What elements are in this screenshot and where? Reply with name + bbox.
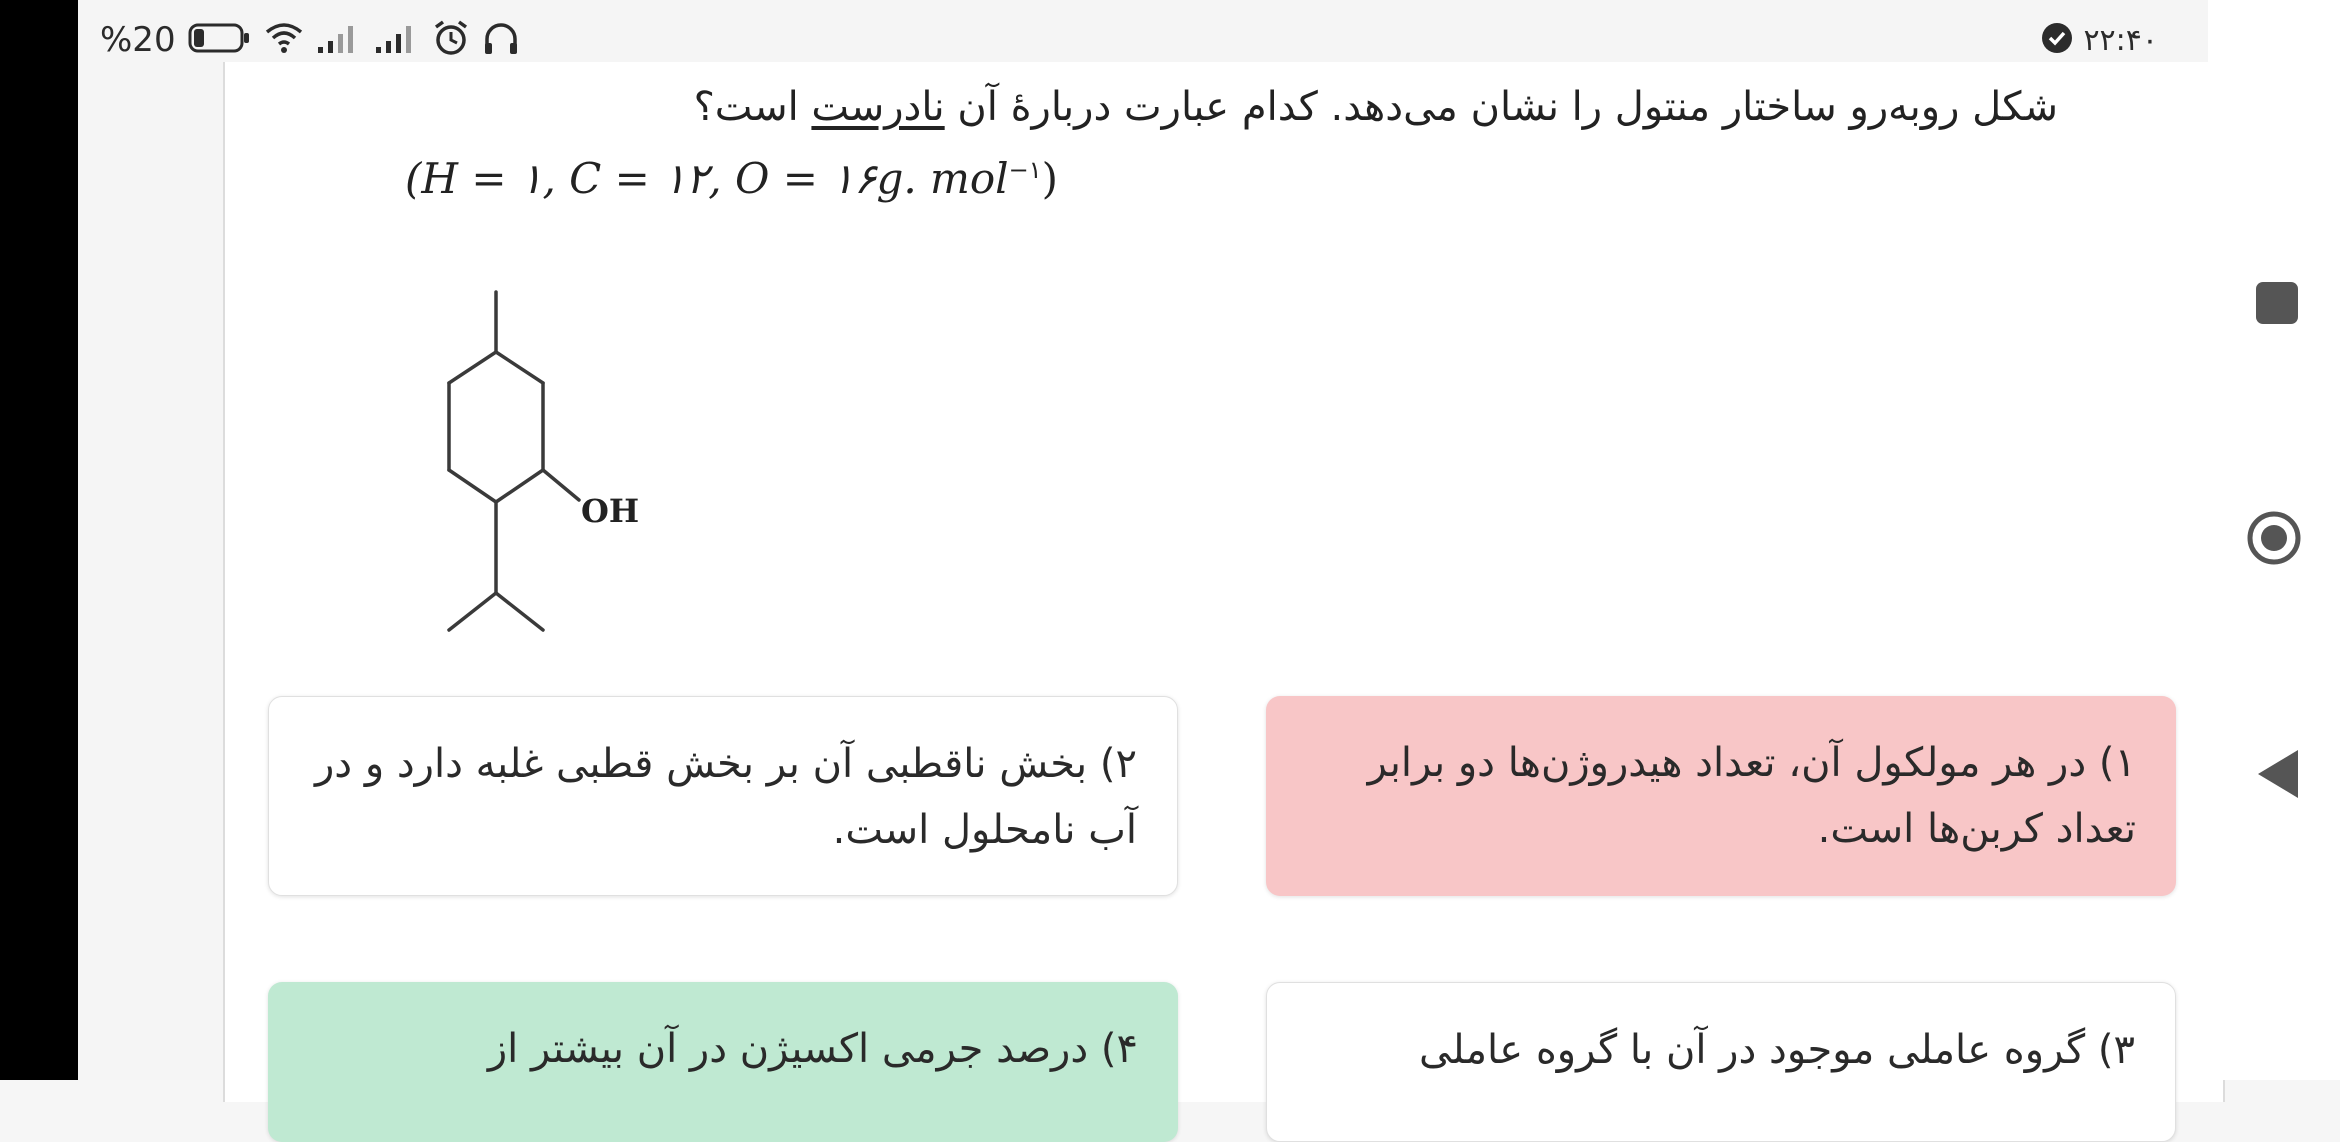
check-circle-icon [2041,22,2073,58]
home-icon[interactable] [2246,510,2302,566]
battery-percent: %20 [100,20,176,60]
headphones-icon [482,19,520,61]
app-screen: %20 ۲۲:۴۰ شکل روبه‌رو ساختار منتول را نش… [78,0,2225,1142]
option-number: ۴) [1100,1026,1138,1072]
option-2[interactable]: ۲) بخش ناقطبی آن بر بخش قطبی غلبه دارد و… [268,696,1178,896]
option-number: ۲) [1099,741,1137,787]
hydroxyl-label: OH [581,492,639,530]
wifi-icon [264,21,304,59]
screen-bezel [0,0,78,1080]
battery-icon [188,22,252,58]
formula-close: ) [1041,154,1058,203]
signal-icon [374,21,420,59]
alarm-icon [432,19,470,61]
question-underlined-word: نادرست [811,84,945,130]
option-number: ۱) [2098,740,2136,786]
clock: ۲۲:۴۰ [2083,22,2158,58]
question-text-start: شکل روبه‌رو ساختار منتول را نشان می‌دهد.… [944,84,2058,130]
question-text-end: است؟ [693,84,812,130]
status-bar-right: ۲۲:۴۰ [2041,18,2158,62]
option-1[interactable]: ۱) در هر مولکول آن، تعداد هیدروژن‌ها دو … [1266,696,2176,896]
status-bar-left: %20 [100,18,520,62]
back-icon[interactable] [2252,746,2304,802]
option-text: در هر مولکول آن، تعداد هیدروژن‌ها دو برا… [1367,740,2136,852]
option-text: درصد جرمی اکسیژن در آن بیشتر از [487,1026,1089,1072]
recent-apps-icon[interactable] [2256,282,2298,324]
formula-main: (H = ۱, C = ۱۲, O = ۱۶g. mol [405,154,1009,203]
option-number: ۳) [2097,1027,2135,1073]
menthol-structure: OH [447,290,639,632]
molar-mass-formula: (H = ۱, C = ۱۲, O = ۱۶g. mol−۱) [405,154,1058,203]
option-text: گروه عاملی موجود در آن با گروه عاملی [1419,1027,2086,1073]
option-3[interactable]: ۳) گروه عاملی موجود در آن با گروه عاملی [1266,982,2176,1142]
option-4[interactable]: ۴) درصد جرمی اکسیژن در آن بیشتر از [268,982,1178,1142]
option-text: بخش ناقطبی آن بر بخش قطبی غلبه دارد و در… [314,741,1137,853]
question-text: شکل روبه‌رو ساختار منتول را نشان می‌دهد.… [694,84,2058,130]
signal-icon [316,21,362,59]
formula-superscript: −۱ [1008,156,1042,184]
question-card: شکل روبه‌رو ساختار منتول را نشان می‌دهد.… [223,62,2225,1102]
